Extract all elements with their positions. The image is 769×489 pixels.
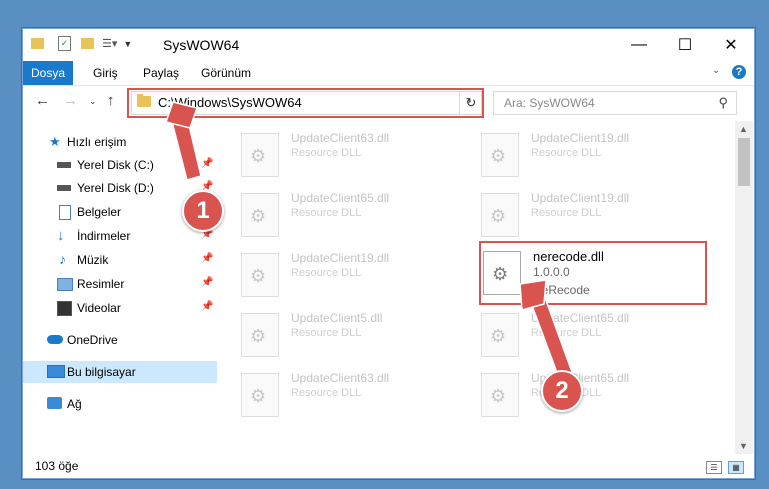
step-2-badge: 2 — [541, 370, 583, 412]
arrow-1-head — [165, 101, 198, 129]
annotation-arrows — [165, 101, 573, 380]
step-1-badge: 1 — [182, 190, 224, 232]
